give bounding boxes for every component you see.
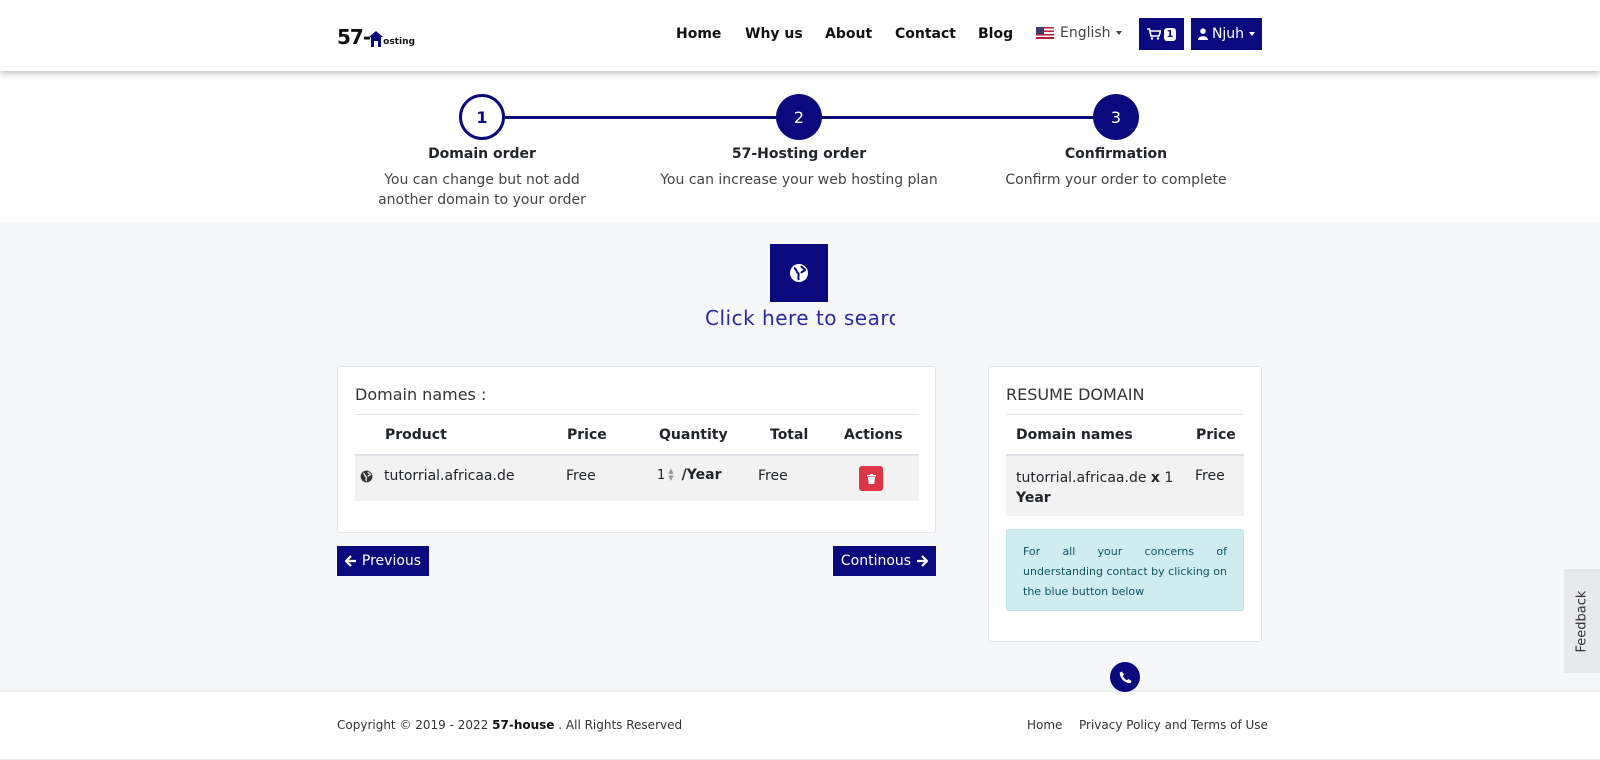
- logo-subtext: osting: [383, 37, 415, 47]
- domain-names-card: Domain names : Product Price Quantity To…: [337, 366, 936, 533]
- arrow-left-icon: [344, 555, 356, 567]
- col-price: Price: [567, 427, 607, 443]
- globe-icon: [360, 470, 373, 483]
- continue-button[interactable]: Continous: [833, 546, 936, 576]
- step-1-description: You can change but not add another domai…: [378, 172, 586, 208]
- previous-label: Previous: [361, 553, 422, 569]
- footer-link-home[interactable]: Home: [1027, 718, 1062, 732]
- search-prompt[interactable]: Click here to search: [705, 304, 895, 332]
- footer-link-privacy[interactable]: Privacy Policy and Terms of Use: [1079, 718, 1268, 732]
- previous-button[interactable]: Previous: [337, 546, 429, 576]
- quantity-unit: /Year: [681, 467, 722, 483]
- col-total: Total: [770, 427, 809, 443]
- table-row: tutorrial.africaa.de Free 1 ▲ ▼ /Year Fre…: [355, 454, 919, 501]
- col-actions: Actions: [844, 427, 903, 443]
- chevron-down-icon: [1249, 32, 1256, 36]
- divider: [1006, 414, 1244, 415]
- cart-count-badge: 1: [1163, 27, 1177, 41]
- top-navbar: 57- osting Home Why us About Contact Blo…: [0, 0, 1600, 71]
- us-flag-icon: [1036, 27, 1054, 39]
- spinner-arrows-icon[interactable]: ▲ ▼: [668, 468, 673, 482]
- user-menu-button[interactable]: Njuh: [1191, 18, 1262, 50]
- nav-contact[interactable]: Contact: [895, 24, 956, 44]
- language-dropdown[interactable]: English: [1036, 25, 1122, 41]
- resume-title: RESUME DOMAIN: [1006, 385, 1145, 404]
- footer-brand: 57-house: [492, 718, 555, 732]
- quantity-value: 1: [657, 467, 666, 483]
- resume-period: Year: [1016, 490, 1051, 506]
- times-symbol: x: [1150, 470, 1160, 486]
- resume-domain-name: tutorrial.africaa.de: [1016, 470, 1147, 486]
- col-price: Price: [1196, 427, 1236, 443]
- continue-label: Continous: [840, 553, 912, 569]
- delete-button[interactable]: [859, 466, 883, 491]
- resume-price: Free: [1195, 468, 1225, 484]
- col-quantity: Quantity: [659, 427, 728, 443]
- step-1-title: Domain order: [428, 146, 536, 162]
- contact-phone-button[interactable]: [1110, 662, 1140, 692]
- house-icon: [368, 30, 384, 48]
- logo-text: 57-: [337, 25, 371, 49]
- feedback-tab[interactable]: Feedback: [1564, 569, 1600, 673]
- step-2-circle: 2: [776, 94, 822, 140]
- step-3-circle: 3: [1093, 94, 1139, 140]
- divider: [355, 414, 919, 415]
- nav-why-us[interactable]: Why us: [745, 24, 803, 44]
- product-price: Free: [566, 468, 596, 484]
- quantity-stepper[interactable]: 1 ▲ ▼ /Year: [657, 467, 721, 483]
- step-3-description: Confirm your order to complete: [1005, 172, 1227, 188]
- domain-card-title: Domain names :: [355, 385, 487, 404]
- nav-blog[interactable]: Blog: [978, 24, 1013, 44]
- step-2-description: You can increase your web hosting plan: [660, 172, 938, 188]
- arrow-right-icon: [917, 555, 929, 567]
- resume-row: tutorrial.africaa.de x 1 Year Free: [1006, 454, 1244, 516]
- stepper-connector: [822, 116, 1097, 119]
- footer: Copyright © 2019 - 2022 57-house . All R…: [0, 692, 1600, 760]
- chevron-down-icon: [1115, 31, 1122, 35]
- col-domain-names: Domain names: [1016, 427, 1133, 443]
- step-2-title: 57-Hosting order: [731, 146, 867, 162]
- row-total: Free: [758, 468, 788, 484]
- language-label: English: [1060, 25, 1111, 41]
- copyright-text: Copyright © 2019 - 2022 57-house . All R…: [337, 718, 682, 732]
- globe-icon: [790, 264, 808, 282]
- contact-info-alert: For all your concerns of understanding c…: [1006, 529, 1244, 611]
- resume-qty: 1: [1164, 470, 1174, 486]
- copyright-prefix: Copyright © 2019 - 2022: [337, 718, 489, 732]
- nav-about[interactable]: About: [825, 24, 872, 44]
- feedback-label: Feedback: [1574, 590, 1590, 652]
- product-name: tutorrial.africaa.de: [384, 468, 515, 484]
- stepper-connector: [505, 116, 780, 119]
- trash-icon: [866, 473, 876, 484]
- user-icon: [1197, 28, 1208, 40]
- resume-domain: tutorrial.africaa.de x 1 Year: [1016, 468, 1186, 508]
- domain-search-button[interactable]: [770, 244, 828, 302]
- step-3-title: Confirmation: [1064, 146, 1168, 162]
- col-product: Product: [385, 427, 447, 443]
- cart-button[interactable]: 1: [1139, 18, 1184, 50]
- cart-icon: [1146, 28, 1161, 40]
- step-1-circle: 1: [459, 94, 505, 140]
- nav-home[interactable]: Home: [676, 24, 721, 44]
- resume-domain-card: RESUME DOMAIN Domain names Price tutorri…: [988, 366, 1262, 642]
- phone-icon: [1119, 671, 1131, 683]
- user-name: Njuh: [1211, 26, 1245, 42]
- copyright-suffix: . All Rights Reserved: [558, 718, 683, 732]
- site-logo[interactable]: 57- osting: [337, 22, 415, 48]
